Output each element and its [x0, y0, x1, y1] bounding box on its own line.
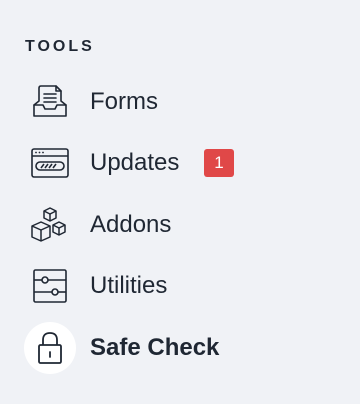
tools-nav: Forms Updates 1 Addons Utilities Safe Ch…	[24, 71, 324, 379]
nav-label-utilities: Utilities	[90, 272, 168, 300]
nav-label-safe-check: Safe Check	[90, 333, 220, 361]
sliders-icon	[24, 260, 76, 312]
lock-icon	[24, 321, 76, 374]
cubes-icon	[24, 199, 76, 251]
nav-label-forms: Forms	[90, 87, 158, 115]
section-title: TOOLS	[25, 38, 95, 55]
update-progress-icon	[24, 137, 76, 189]
nav-item-utilities[interactable]: Utilities	[24, 256, 324, 318]
nav-item-safe-check[interactable]: Safe Check	[24, 317, 324, 379]
nav-label-addons: Addons	[90, 210, 172, 238]
nav-item-updates[interactable]: Updates 1	[24, 133, 324, 195]
inbox-form-icon	[24, 76, 76, 128]
updates-count-badge: 1	[204, 149, 234, 178]
nav-item-addons[interactable]: Addons	[24, 194, 324, 256]
nav-item-forms[interactable]: Forms	[24, 71, 324, 133]
nav-label-updates: Updates	[90, 149, 180, 177]
